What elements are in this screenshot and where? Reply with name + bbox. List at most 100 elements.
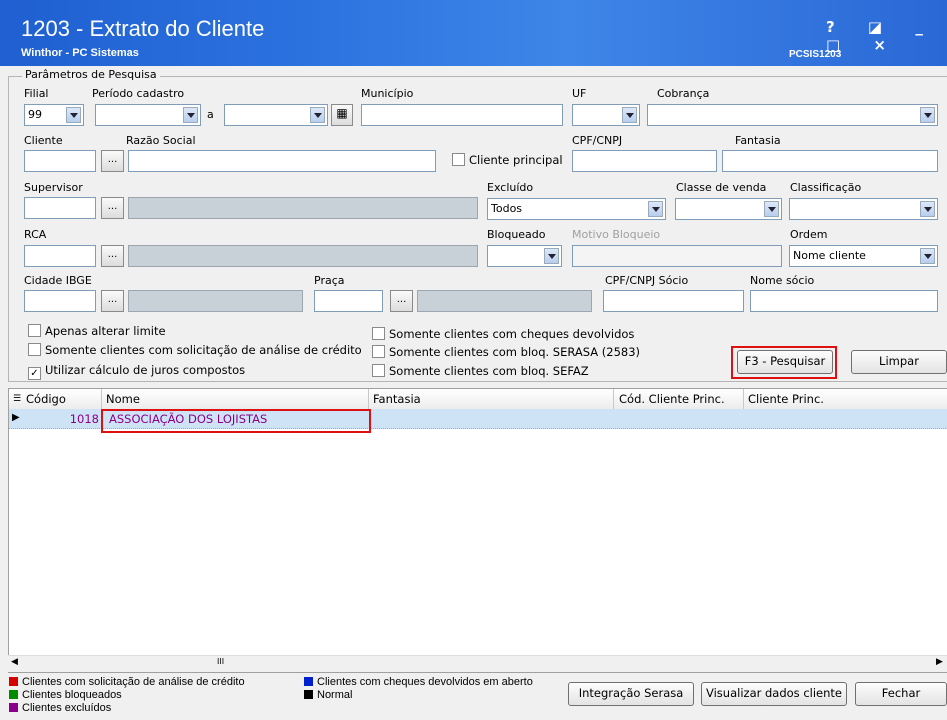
classe-venda-label: Classe de venda xyxy=(676,181,767,194)
classe-venda-select[interactable] xyxy=(675,198,782,220)
scroll-right-icon[interactable]: ▶ xyxy=(936,657,943,667)
column-chooser-icon[interactable]: ☰ xyxy=(13,394,21,404)
fantasia-label: Fantasia xyxy=(735,134,781,147)
legend-item-excluidos: Clientes excluídos xyxy=(9,702,111,714)
checkbox-box[interactable] xyxy=(372,327,385,340)
apenas-alterar-limite-checkbox[interactable]: Apenas alterar limite xyxy=(28,324,166,338)
juros-compostos-checkbox[interactable]: ✓ Utilizar cálculo de juros compostos xyxy=(28,363,245,380)
column-cod-cliente-princ[interactable]: Cód. Cliente Princ. xyxy=(619,392,725,406)
window-title: 1203 - Extrato do Cliente xyxy=(21,16,265,41)
periodo-label: Período cadastro xyxy=(92,87,185,100)
column-cliente-princ[interactable]: Cliente Princ. xyxy=(748,392,824,406)
municipio-field[interactable] xyxy=(361,104,563,126)
nome-socio-field[interactable] xyxy=(750,290,938,312)
fantasia-field[interactable] xyxy=(722,150,938,172)
cpf-cnpj-socio-field[interactable] xyxy=(603,290,744,312)
window-controls[interactable]: ? ◪ _ □ × xyxy=(826,18,947,54)
praca-label: Praça xyxy=(314,274,345,287)
chevron-down-icon[interactable] xyxy=(310,107,325,123)
rca-field[interactable] xyxy=(24,245,96,267)
supervisor-lookup-button[interactable]: ... xyxy=(101,197,124,219)
search-parameters-legend: Parâmetros de Pesquisa xyxy=(22,68,160,81)
bloqueado-select[interactable] xyxy=(487,245,562,267)
cliente-principal-checkbox[interactable]: Cliente principal xyxy=(452,153,563,167)
cheques-devolvidos-checkbox[interactable]: Somente clientes com cheques devolvidos xyxy=(372,327,634,341)
periodo-start-field[interactable] xyxy=(95,104,201,126)
legend-item-credito: Clientes com solicitação de análise de c… xyxy=(9,676,245,688)
column-nome[interactable]: Nome xyxy=(106,392,140,406)
praca-name-field xyxy=(417,290,592,312)
green-square-icon xyxy=(9,690,18,699)
praca-lookup-button[interactable]: ... xyxy=(390,290,413,312)
cidade-lookup-button[interactable]: ... xyxy=(101,290,124,312)
periodo-end-field[interactable] xyxy=(224,104,328,126)
visualizar-dados-button[interactable]: Visualizar dados cliente xyxy=(701,682,847,706)
integracao-serasa-button[interactable]: Integração Serasa xyxy=(568,682,694,706)
chevron-down-icon[interactable] xyxy=(183,107,198,123)
legend-item-bloqueados: Clientes bloqueados xyxy=(9,689,122,701)
cliente-field[interactable] xyxy=(24,150,96,172)
fechar-button[interactable]: Fechar xyxy=(855,682,947,706)
praca-field[interactable] xyxy=(314,290,383,312)
motivo-bloqueio-label: Motivo Bloqueio xyxy=(572,228,661,241)
checkbox-box[interactable] xyxy=(372,364,385,377)
bloq-sefaz-checkbox[interactable]: Somente clientes com bloq. SEFAZ xyxy=(372,364,589,378)
pesquisar-highlight xyxy=(731,346,837,379)
row-pointer-icon: ▶ xyxy=(12,412,20,423)
red-square-icon xyxy=(9,677,18,686)
chevron-down-icon[interactable] xyxy=(622,107,637,123)
legend-label: Clientes excluídos xyxy=(22,702,112,714)
chevron-down-icon[interactable] xyxy=(920,248,935,264)
legend-label: Clientes com solicitação de análise de c… xyxy=(22,676,245,688)
chevron-down-icon[interactable] xyxy=(66,107,81,123)
column-fantasia[interactable]: Fantasia xyxy=(373,392,421,406)
municipio-label: Município xyxy=(361,87,414,100)
classificacao-label: Classificação xyxy=(790,181,862,194)
option-label: Somente clientes com cheques devolvidos xyxy=(389,327,635,341)
cidade-ibge-field[interactable] xyxy=(24,290,96,312)
option-label: Apenas alterar limite xyxy=(45,324,166,338)
checkbox-box[interactable] xyxy=(28,343,41,356)
razao-social-label: Razão Social xyxy=(126,134,196,147)
cobranca-select[interactable] xyxy=(647,104,938,126)
checkbox-box[interactable] xyxy=(452,153,465,166)
calendar-icon[interactable]: ▦ xyxy=(331,104,353,126)
rca-lookup-button[interactable]: ... xyxy=(101,245,124,267)
uf-select[interactable] xyxy=(572,104,640,126)
chevron-down-icon[interactable] xyxy=(764,201,779,217)
checkmark-icon[interactable]: ✓ xyxy=(28,367,41,380)
ordem-label: Ordem xyxy=(790,228,828,241)
chevron-down-icon[interactable] xyxy=(920,201,935,217)
filial-label: Filial xyxy=(24,87,49,100)
window-subtitle: Winthor - PC Sistemas xyxy=(21,47,139,59)
classificacao-select[interactable] xyxy=(789,198,938,220)
chevron-down-icon[interactable] xyxy=(648,201,663,217)
solicitacao-credito-checkbox[interactable]: Somente clientes com solicitação de anál… xyxy=(28,343,362,357)
cell-codigo[interactable]: 1018 xyxy=(31,412,99,426)
supervisor-field[interactable] xyxy=(24,197,96,219)
cliente-principal-label: Cliente principal xyxy=(469,153,563,167)
scroll-left-icon[interactable]: ◀ xyxy=(11,657,18,667)
checkbox-box[interactable] xyxy=(28,324,41,337)
excluido-value: Todos xyxy=(491,202,523,215)
limpar-button[interactable]: Limpar xyxy=(851,350,947,374)
chevron-down-icon[interactable] xyxy=(920,107,935,123)
filial-select[interactable]: 99 xyxy=(24,104,84,126)
periodo-separator: a xyxy=(207,108,214,121)
checkbox-box[interactable] xyxy=(372,345,385,358)
horizontal-scrollbar[interactable]: ◀ III ▶ xyxy=(8,655,947,672)
chevron-down-icon[interactable] xyxy=(544,248,559,264)
option-label: Somente clientes com bloq. SEFAZ xyxy=(389,364,589,378)
cpf-cnpj-field[interactable] xyxy=(572,150,717,172)
legend-label: Clientes bloqueados xyxy=(22,689,122,701)
excluido-select[interactable]: Todos xyxy=(487,198,666,220)
blue-square-icon xyxy=(304,677,313,686)
razao-social-field[interactable] xyxy=(128,150,436,172)
cliente-lookup-button[interactable]: ... xyxy=(101,150,124,172)
legend-label: Clientes com cheques devolvidos em abert… xyxy=(317,676,533,688)
scroll-thumb-grip[interactable]: III xyxy=(217,657,224,666)
uf-label: UF xyxy=(572,87,587,100)
column-codigo[interactable]: Código xyxy=(26,392,66,406)
bloq-serasa-checkbox[interactable]: Somente clientes com bloq. SERASA (2583) xyxy=(372,345,640,359)
ordem-select[interactable]: Nome cliente xyxy=(789,245,938,267)
